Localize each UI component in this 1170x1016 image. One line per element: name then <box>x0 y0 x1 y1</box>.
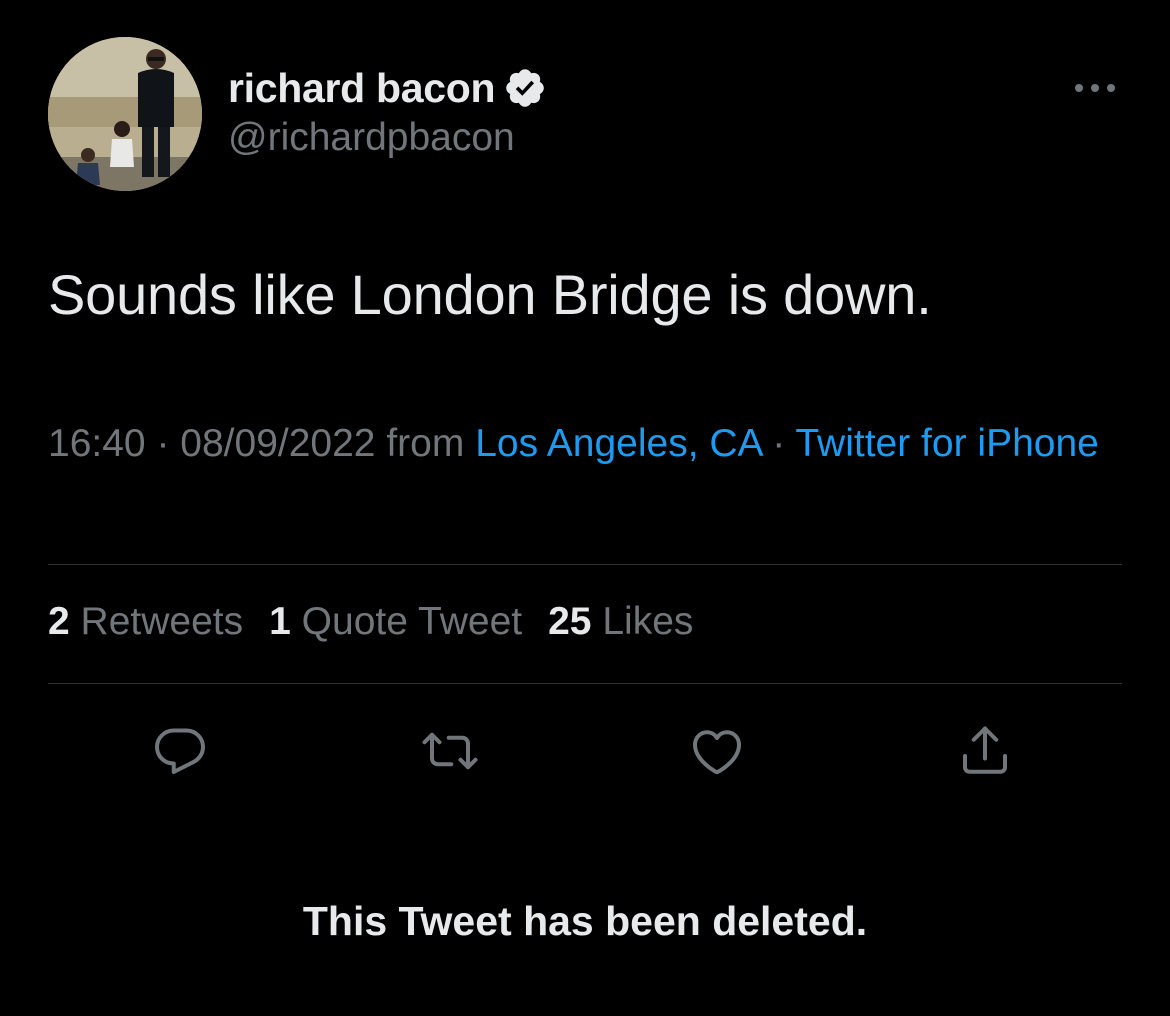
retweets-label: Retweets <box>80 600 244 643</box>
like-button[interactable] <box>684 718 750 784</box>
meta-separator: · <box>772 422 786 465</box>
tweet-text: Sounds like London Bridge is down. <box>48 263 932 326</box>
quotes-count: 1 <box>269 600 291 643</box>
reply-button[interactable] <box>149 718 215 784</box>
author-block[interactable]: richard bacon @richardpbacon <box>228 62 547 160</box>
share-button[interactable] <box>952 718 1018 784</box>
likes-stat[interactable]: 25 Likes <box>548 600 693 644</box>
retweet-button[interactable] <box>417 718 483 784</box>
quotes-stat[interactable]: 1 Quote Tweet <box>269 600 522 644</box>
divider <box>48 564 1122 565</box>
quotes-label: Quote Tweet <box>301 600 523 643</box>
name-row: richard bacon <box>228 62 547 114</box>
meta-separator: · <box>156 422 170 465</box>
tweet-metadata: 16:40 · 08/09/2022 from Los Angeles, CA … <box>48 414 1128 473</box>
action-bar <box>0 718 1170 788</box>
source-link[interactable]: Twitter for iPhone <box>795 422 1098 465</box>
tweet-time[interactable]: 16:40 <box>48 422 146 465</box>
avatar[interactable] <box>48 37 202 191</box>
from-label: from <box>386 422 465 465</box>
tweet-detail: richard bacon @richardpbacon Sounds like… <box>0 0 1170 1016</box>
likes-label: Likes <box>602 600 694 643</box>
retweets-stat[interactable]: 2 Retweets <box>48 600 243 644</box>
heart-icon <box>693 730 741 775</box>
more-dots-icon <box>1075 84 1115 92</box>
display-name[interactable]: richard bacon <box>228 65 496 112</box>
share-icon <box>963 726 1007 774</box>
retweets-count: 2 <box>48 600 70 643</box>
reply-icon <box>155 728 205 774</box>
avatar-photo <box>48 37 202 191</box>
more-options-button[interactable] <box>1070 76 1120 100</box>
verified-badge-icon <box>503 66 547 110</box>
divider <box>48 683 1122 684</box>
likes-count: 25 <box>548 600 592 643</box>
engagement-stats: 2 Retweets 1 Quote Tweet 25 Likes <box>48 600 693 644</box>
tweet-date[interactable]: 08/09/2022 <box>180 422 375 465</box>
user-handle[interactable]: @richardpbacon <box>228 116 547 160</box>
deleted-notice: This Tweet has been deleted. <box>302 898 868 944</box>
retweet-icon <box>422 732 478 770</box>
location-link[interactable]: Los Angeles, CA <box>475 422 761 465</box>
